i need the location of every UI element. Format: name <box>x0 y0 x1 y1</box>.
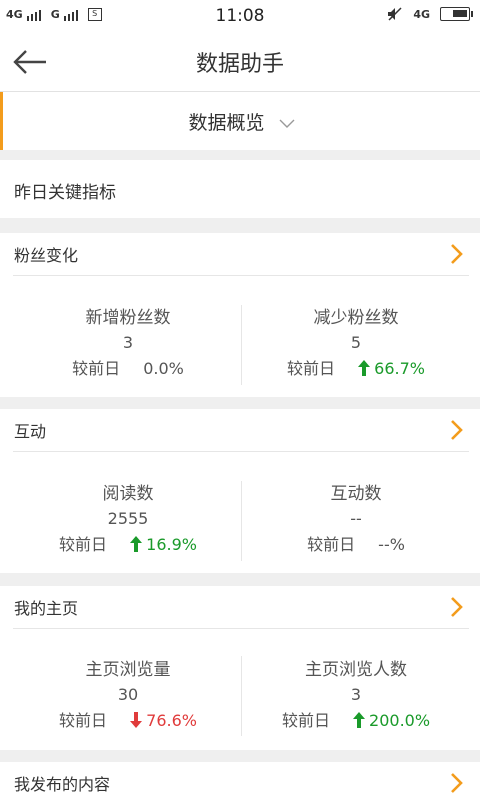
metric-value: 5 <box>350 333 362 352</box>
metric-page-visitors: 主页浏览人数 3 较前日 200.0% <box>236 658 476 734</box>
section-my-content: 我发布的内容 <box>0 762 480 807</box>
change-value: 66.7% <box>374 359 425 378</box>
arrow-down-icon <box>130 712 143 728</box>
metric-compare: 较前日 --% <box>236 532 476 558</box>
metric-value: 3 <box>350 685 362 704</box>
metric-compare: 较前日 0.0% <box>8 356 248 382</box>
change-value: 0.0% <box>143 359 184 378</box>
arrow-up-icon <box>130 536 143 552</box>
compare-label: 较前日 <box>59 535 108 554</box>
status-bar: 4G G S 11:08 4G <box>0 0 480 32</box>
metric-page-views: 主页浏览量 30 较前日 76.6% <box>8 658 248 734</box>
divider <box>13 451 469 452</box>
metric-value: 3 <box>122 333 134 352</box>
metric-name: 主页浏览量 <box>85 660 171 680</box>
arrow-up-icon <box>358 360 371 376</box>
network-type-3: 4G <box>413 7 430 21</box>
metric-compare: 较前日 66.7% <box>236 356 476 382</box>
divider <box>13 628 469 629</box>
compare-label: 较前日 <box>72 359 121 378</box>
section-homepage: 我的主页 主页浏览量 30 较前日 76.6% 主页浏览人数 3 较前日 200… <box>0 586 480 750</box>
metric-compare: 较前日 76.6% <box>8 708 248 734</box>
status-right: 4G <box>387 7 473 21</box>
chevron-down-icon <box>279 119 295 128</box>
compare-label: 较前日 <box>59 711 108 730</box>
metric-compare: 较前日 200.0% <box>236 708 476 734</box>
change-value: 76.6% <box>146 711 197 730</box>
section-title: 粉丝变化 <box>14 246 79 265</box>
metric-value: 2555 <box>107 509 149 528</box>
section-header[interactable]: 我的主页 <box>0 586 480 628</box>
metric-interactions: 互动数 -- 较前日 --% <box>236 482 476 558</box>
section-fans: 粉丝变化 新增粉丝数 3 较前日 0.0% 减少粉丝数 5 较前日 66.7% <box>0 233 480 397</box>
change-value: 16.9% <box>146 535 197 554</box>
chevron-right-icon[interactable] <box>450 772 464 794</box>
metric-name: 阅读数 <box>102 484 154 504</box>
chevron-right-icon[interactable] <box>450 596 464 618</box>
section-title: 我发布的内容 <box>14 775 111 794</box>
chevron-right-icon[interactable] <box>450 243 464 265</box>
key-metrics-header: 昨日关键指标 <box>0 160 480 218</box>
overview-selector[interactable]: 数据概览 <box>0 92 480 150</box>
compare-label: 较前日 <box>307 535 356 554</box>
section-interaction: 互动 阅读数 2555 较前日 16.9% 互动数 -- 较前日 --% <box>0 409 480 573</box>
battery-icon <box>440 7 473 21</box>
metric-compare: 较前日 16.9% <box>8 532 248 558</box>
metric-value: -- <box>350 509 362 528</box>
section-header[interactable]: 我发布的内容 <box>0 762 480 804</box>
compare-label: 较前日 <box>281 711 330 730</box>
metric-lost-fans: 减少粉丝数 5 较前日 66.7% <box>236 306 476 382</box>
section-title: 我的主页 <box>14 599 79 618</box>
change-value: 200.0% <box>369 711 431 730</box>
metric-reads: 阅读数 2555 较前日 16.9% <box>8 482 248 558</box>
change-value: --% <box>378 535 405 554</box>
compare-label: 较前日 <box>287 359 336 378</box>
chevron-right-icon[interactable] <box>450 419 464 441</box>
metric-new-fans: 新增粉丝数 3 较前日 0.0% <box>8 306 248 382</box>
section-title: 互动 <box>14 422 47 441</box>
metric-name: 互动数 <box>330 484 382 504</box>
mute-icon <box>388 7 402 21</box>
divider <box>13 275 469 276</box>
metric-name: 新增粉丝数 <box>85 308 171 328</box>
page-title: 数据助手 <box>195 52 284 77</box>
metric-name: 主页浏览人数 <box>305 660 407 680</box>
section-header[interactable]: 互动 <box>0 409 480 451</box>
app-header: 数据助手 <box>0 32 480 92</box>
metric-name: 减少粉丝数 <box>313 308 399 328</box>
arrow-up-icon <box>353 712 366 728</box>
section-header[interactable]: 粉丝变化 <box>0 233 480 275</box>
overview-label: 数据概览 <box>188 112 265 134</box>
metric-value: 30 <box>117 685 139 704</box>
key-metrics-title: 昨日关键指标 <box>14 183 116 203</box>
